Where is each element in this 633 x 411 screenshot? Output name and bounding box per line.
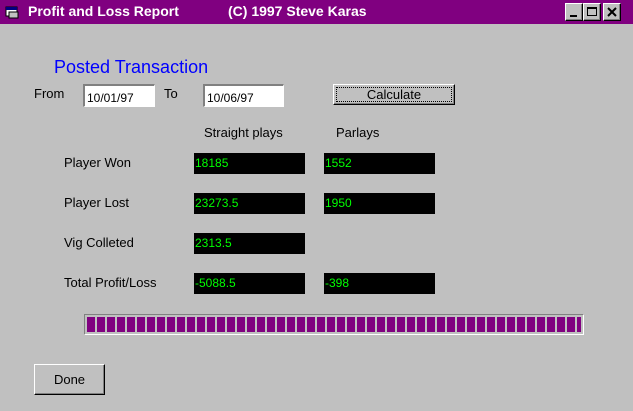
maximize-button[interactable] (583, 3, 601, 21)
row-label-player-lost: Player Lost (64, 195, 130, 210)
minimize-button[interactable] (565, 3, 583, 21)
row-label-total-profit-loss: Total Profit/Loss (64, 275, 157, 290)
row-label-player-won: Player Won (64, 155, 131, 170)
from-label: From (34, 86, 65, 101)
from-date-input[interactable] (83, 84, 155, 107)
close-icon (607, 7, 617, 17)
maximize-icon (587, 7, 597, 16)
progress-track (87, 317, 581, 332)
minimize-icon (570, 15, 577, 17)
to-label: To (164, 86, 178, 101)
window-title: Profit and Loss Report (28, 3, 179, 19)
profit-loss-window: Profit and Loss Report (C) 1997 Steve Ka… (0, 0, 633, 411)
player-lost-parlays-value: 1950 (324, 193, 435, 214)
to-date-input[interactable] (203, 84, 284, 107)
row-label-vig-collected: Vig Colleted (64, 235, 134, 250)
done-button[interactable]: Done (34, 364, 105, 395)
window-credit: (C) 1997 Steve Karas (228, 3, 367, 19)
column-header-straight: Straight plays (204, 125, 283, 140)
vig-collected-straight-value: 2313.5 (194, 233, 305, 254)
progress-fill (87, 317, 581, 332)
player-won-straight-value: 18185 (194, 153, 305, 174)
progress-bar (84, 314, 584, 335)
player-won-parlays-value: 1552 (324, 153, 435, 174)
player-lost-straight-value: 23273.5 (194, 193, 305, 214)
close-button[interactable] (603, 3, 621, 21)
column-header-parlays: Parlays (336, 125, 380, 140)
total-profit-loss-straight-value: -5088.5 (194, 273, 305, 294)
title-bar[interactable]: Profit and Loss Report (C) 1997 Steve Ka… (0, 0, 633, 24)
calculate-button[interactable]: Calculate (333, 84, 455, 105)
page-title: Posted Transaction (54, 57, 209, 77)
total-profit-loss-parlays-value: -398 (324, 273, 435, 294)
app-icon (5, 6, 19, 19)
